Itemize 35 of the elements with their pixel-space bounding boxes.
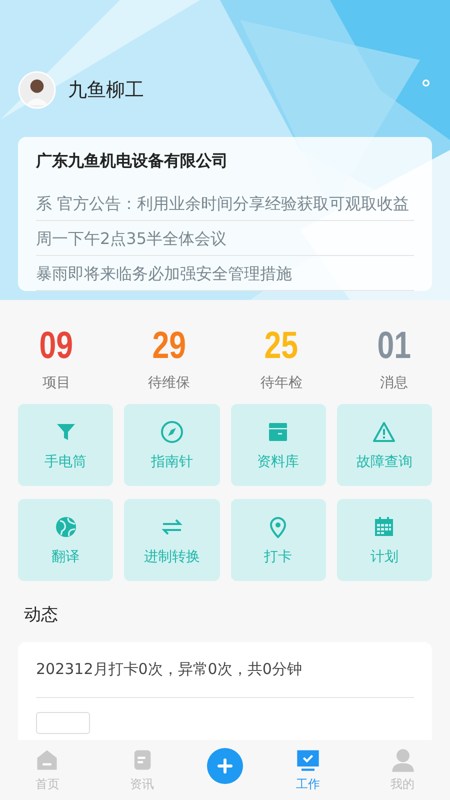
stat-label: 项目 bbox=[42, 374, 70, 392]
tool-button[interactable]: 进制转换 bbox=[124, 499, 220, 581]
tab[interactable]: 资讯 bbox=[112, 747, 172, 793]
stat-label: 待年检 bbox=[260, 374, 302, 392]
tool-button[interactable]: 手电筒 bbox=[18, 404, 114, 486]
stat-label: 待维保 bbox=[148, 374, 190, 392]
tool-button[interactable]: 打卡 bbox=[230, 499, 326, 581]
stat-value: 09 bbox=[39, 325, 74, 368]
person-icon bbox=[390, 747, 416, 773]
stat-label: 消息 bbox=[380, 374, 408, 392]
add-button[interactable] bbox=[206, 748, 243, 784]
company-name: 广东九鱼机电设备有限公司 bbox=[36, 150, 229, 172]
stat-value: 01 bbox=[376, 325, 411, 368]
avatar[interactable] bbox=[18, 71, 56, 109]
section-title: 动态 bbox=[23, 604, 59, 627]
stat-value: 29 bbox=[152, 325, 186, 368]
warning-icon bbox=[372, 420, 396, 444]
user-name: 九鱼柳工 bbox=[68, 78, 144, 103]
stat-value: 25 bbox=[264, 325, 298, 368]
feed-item-box bbox=[36, 712, 90, 734]
tool-button[interactable]: 翻译 bbox=[18, 499, 114, 581]
ring-icon[interactable] bbox=[422, 79, 430, 87]
compass-icon bbox=[160, 420, 184, 444]
globe-icon bbox=[54, 514, 78, 538]
tool-button[interactable]: 故障查询 bbox=[336, 404, 432, 486]
tool-button[interactable]: 资料库 bbox=[230, 404, 326, 486]
notice-item[interactable]: 周一下午2点35半全体会议 bbox=[36, 221, 414, 256]
tab[interactable]: 工作 bbox=[278, 747, 338, 793]
tab[interactable]: 我的 bbox=[372, 747, 433, 793]
tab[interactable]: 首页 bbox=[17, 747, 78, 793]
tool-button[interactable]: 指南针 bbox=[124, 404, 220, 486]
tool-button[interactable]: 计划 bbox=[336, 499, 432, 581]
notice-item[interactable]: 系 官方公告：利用业余时间分享经验获取可观取收益 bbox=[36, 186, 414, 221]
attendance-summary: 202312月打卡0次，异常0次，共0分钟 bbox=[36, 660, 303, 679]
notice-item[interactable]: 暴雨即将来临务必加强安全管理措施 bbox=[36, 256, 414, 291]
